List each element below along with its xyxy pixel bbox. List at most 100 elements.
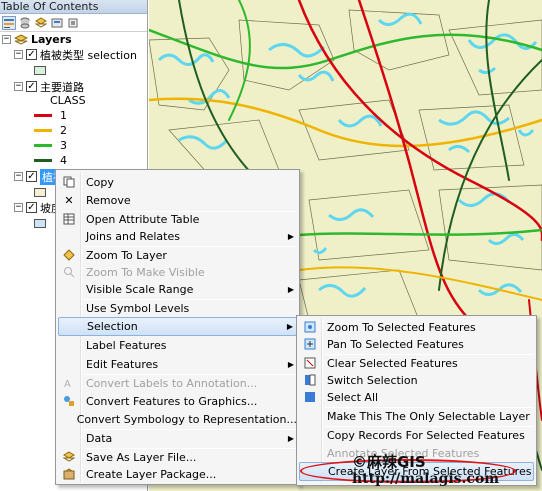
save-layer-icon — [58, 448, 80, 466]
layer-main-roads[interactable]: − ✓ 主要道路 — [14, 79, 84, 94]
menu-item-label: Visible Scale Range — [86, 282, 194, 296]
menu-item-use-symbol-levels[interactable]: Use Symbol Levels — [58, 299, 297, 317]
menu-item-label: Zoom To Layer — [86, 248, 167, 262]
watermark-copyright: ©麻辣GIS — [352, 453, 426, 471]
zoom-to-layer-icon — [58, 246, 80, 264]
class-header-label: CLASS — [50, 94, 86, 107]
menu-item-joins-and-relates[interactable]: Joins and Relates ▶ — [58, 227, 297, 245]
menu-item-make-only-selectable[interactable]: Make This The Only Selectable Layer — [299, 407, 534, 425]
list-by-visibility-icon[interactable] — [34, 16, 48, 30]
menu-item-select-all[interactable]: Select All — [299, 388, 534, 406]
road-line-swatch — [34, 144, 52, 147]
menu-item-label: Create Layer Package... — [86, 467, 217, 481]
clear-selection-icon — [299, 354, 321, 372]
class-value: 1 — [60, 109, 67, 122]
class-value: 4 — [60, 154, 67, 167]
legend-swatch — [34, 219, 46, 228]
layer-vegetation-selection[interactable]: − ✓ 植被类型 selection — [14, 47, 137, 62]
submenu-arrow-icon: ▶ — [287, 231, 295, 241]
menu-item-label: Make This The Only Selectable Layer — [327, 409, 530, 423]
menu-item-label: Edit Features — [86, 357, 159, 371]
menu-item-label: Joins and Relates — [86, 229, 180, 243]
legend-swatch-row — [34, 63, 46, 78]
switch-selection-icon — [299, 371, 321, 389]
options-icon[interactable] — [66, 16, 80, 30]
menu-item-remove[interactable]: ✕ Remove — [58, 191, 297, 209]
menu-item-label: Pan To Selected Features — [327, 337, 464, 351]
menu-item-label: Copy — [86, 175, 114, 189]
legend-swatch-row — [34, 185, 46, 200]
legend-swatch — [34, 66, 46, 75]
menu-item-label: Switch Selection — [327, 373, 418, 387]
legend-class-header: CLASS — [50, 93, 86, 108]
menu-item-selection[interactable]: Selection ▶ — [58, 317, 297, 336]
menu-item-label-features[interactable]: Label Features — [58, 336, 297, 354]
layer-context-menu: Copy ✕ Remove Open Attribute Table Joins… — [55, 169, 300, 485]
legend-class-row: 1 — [34, 108, 67, 123]
list-by-drawing-order-icon[interactable] — [2, 15, 16, 30]
menu-item-open-attribute-table[interactable]: Open Attribute Table — [58, 210, 297, 228]
menu-item-save-as-layer-file[interactable]: Save As Layer File... — [58, 448, 297, 466]
menu-item-label: Selection — [87, 320, 138, 333]
svg-text:A: A — [64, 379, 71, 389]
menu-item-label: Label Features — [86, 338, 167, 352]
menu-item-convert-symbology[interactable]: Convert Symbology to Representation... — [58, 410, 297, 428]
menu-item-label: Open Attribute Table — [86, 212, 200, 226]
menu-item-visible-scale-range[interactable]: Visible Scale Range ▶ — [58, 280, 297, 298]
menu-item-create-layer-package[interactable]: Create Layer Package... — [58, 465, 297, 483]
menu-item-label: Copy Records For Selected Features — [327, 428, 525, 442]
menu-item-edit-features[interactable]: Edit Features ▶ — [58, 355, 297, 373]
menu-item-zoom-to-selected[interactable]: Zoom To Selected Features — [299, 318, 534, 336]
pan-selected-icon — [299, 335, 321, 353]
convert-graphics-icon — [58, 392, 80, 410]
copy-icon — [58, 173, 80, 191]
collapse-icon[interactable]: − — [2, 35, 11, 44]
layer-visibility-checkbox[interactable]: ✓ — [26, 81, 37, 92]
layers-root-label: Layers — [31, 33, 72, 46]
toc-title: Table Of Contents — [0, 0, 147, 14]
layer-visibility-checkbox[interactable]: ✓ — [26, 202, 37, 213]
legend-class-row: 2 — [34, 123, 67, 138]
table-icon — [58, 210, 80, 228]
collapse-icon[interactable]: − — [14, 203, 23, 212]
class-value: 2 — [60, 124, 67, 137]
menu-item-convert-labels[interactable]: A Convert Labels to Annotation... — [58, 374, 297, 392]
menu-item-data[interactable]: Data ▶ — [58, 429, 297, 447]
menu-item-copy[interactable]: Copy — [58, 173, 297, 191]
legend-class-row: 4 — [34, 153, 67, 168]
zoom-selected-icon — [299, 318, 321, 336]
road-line-swatch — [34, 114, 52, 117]
legend-swatch-row — [34, 216, 46, 231]
watermark-url: http://malagis.com — [352, 471, 500, 487]
menu-item-pan-to-selected[interactable]: Pan To Selected Features — [299, 335, 534, 353]
submenu-arrow-icon: ▶ — [287, 284, 295, 294]
road-line-swatch — [34, 159, 52, 162]
list-by-selection-icon[interactable] — [50, 16, 64, 30]
layer-visibility-checkbox[interactable]: ✓ — [26, 171, 37, 182]
menu-item-copy-records[interactable]: Copy Records For Selected Features — [299, 426, 534, 444]
collapse-icon[interactable]: − — [14, 50, 23, 59]
legend-class-row: 3 — [34, 138, 67, 153]
collapse-icon[interactable]: − — [14, 82, 23, 91]
layer-label: 植被类型 selection — [40, 48, 137, 62]
menu-item-zoom-to-layer[interactable]: Zoom To Layer — [58, 246, 297, 264]
layers-root[interactable]: − Layers — [2, 32, 72, 47]
legend-swatch — [34, 188, 46, 197]
menu-item-clear-selected[interactable]: Clear Selected Features — [299, 354, 534, 372]
menu-item-label: Clear Selected Features — [327, 356, 458, 370]
convert-labels-icon: A — [58, 374, 80, 392]
submenu-arrow-icon: ▶ — [286, 322, 294, 331]
list-by-source-icon[interactable] — [18, 16, 32, 30]
menu-item-label: Zoom To Selected Features — [327, 320, 476, 334]
menu-item-label: Convert Features to Graphics... — [86, 394, 258, 408]
menu-item-convert-features-to-graphics[interactable]: Convert Features to Graphics... — [58, 392, 297, 410]
menu-item-label: Convert Labels to Annotation... — [86, 376, 258, 390]
toc-toolbar — [0, 14, 147, 32]
collapse-icon[interactable]: − — [14, 172, 23, 181]
menu-item-zoom-to-make-visible[interactable]: Zoom To Make Visible — [58, 263, 297, 281]
layer-visibility-checkbox[interactable]: ✓ — [26, 49, 37, 60]
select-all-icon — [299, 388, 321, 406]
menu-item-switch-selection[interactable]: Switch Selection — [299, 371, 534, 389]
menu-item-label: Data — [86, 431, 113, 445]
menu-item-label: Use Symbol Levels — [86, 301, 190, 315]
